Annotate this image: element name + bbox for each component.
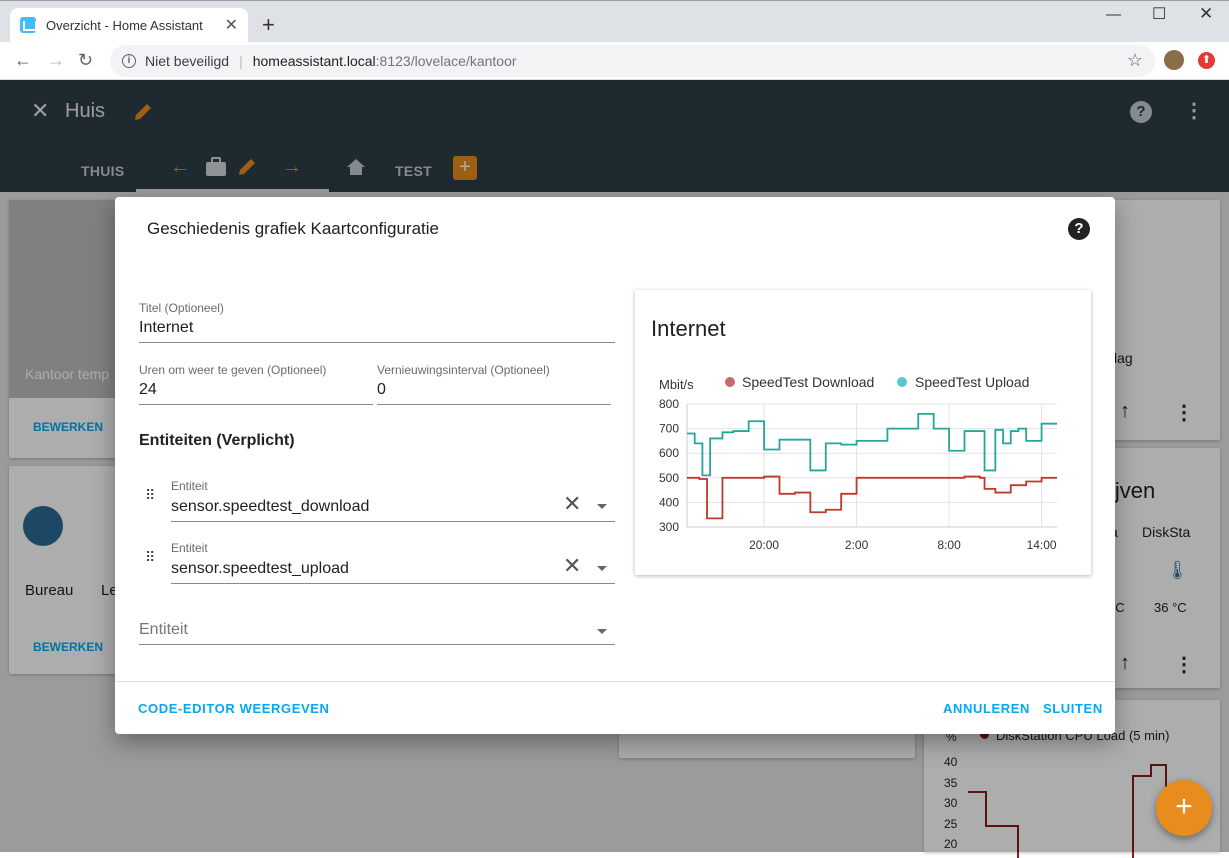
url-path: :8123/lovelace/kantoor <box>375 53 517 69</box>
maximize-icon[interactable]: ☐ <box>1152 4 1166 24</box>
clear-entity-2-icon[interactable]: ✕ <box>563 553 581 579</box>
entity-1-underline <box>171 521 615 522</box>
drag-handle-icon-2[interactable]: ⠿ <box>145 550 155 564</box>
hours-field-value: 24 <box>139 381 157 398</box>
hours-field-label: Uren om weer te geven (Optioneel) <box>139 363 327 377</box>
title-field[interactable]: Titel (Optioneel) Internet <box>139 301 615 343</box>
legend-download-dot <box>725 377 735 387</box>
new-entity-placeholder: Entiteit <box>139 621 188 638</box>
refresh-field-underline <box>377 404 611 405</box>
legend-upload-dot <box>897 377 907 387</box>
card-config-dialog: Geschiedenis grafiek Kaartconfiguratie ?… <box>115 197 1115 734</box>
series-line-upload <box>687 412 1057 477</box>
title-field-underline <box>139 342 615 343</box>
back-icon[interactable]: ← <box>14 50 32 71</box>
dialog-help-icon[interactable]: ? <box>1068 218 1090 240</box>
entity-2-dropdown-icon[interactable] <box>597 566 607 571</box>
new-entity-dropdown-icon[interactable] <box>597 629 607 634</box>
hours-field[interactable]: Uren om weer te geven (Optioneel) 24 <box>139 363 373 405</box>
forward-icon[interactable]: → <box>47 50 65 71</box>
y-tick-label: 500 <box>659 471 679 485</box>
entity-1-label: Entiteit <box>171 479 208 493</box>
extension-icon[interactable]: ⬆ <box>1198 52 1215 69</box>
y-tick-label: 300 <box>659 520 679 534</box>
entity-field-1[interactable]: Entiteit sensor.speedtest_download ✕ <box>171 479 615 522</box>
history-chart: Mbit/s SpeedTest Download SpeedTest Uplo… <box>659 374 1057 552</box>
url-separator: | <box>239 53 243 69</box>
y-tick-label: 800 <box>659 397 679 411</box>
dialog-title: Geschiedenis grafiek Kaartconfiguratie <box>147 219 439 238</box>
entity-1-value: sensor.speedtest_download <box>171 498 370 515</box>
x-tick-label: 20:00 <box>749 538 779 552</box>
profile-avatar[interactable] <box>1164 50 1184 70</box>
entities-heading: Entiteiten (Verplicht) <box>139 432 295 449</box>
series-line-download <box>687 475 1057 520</box>
entity-field-2[interactable]: Entiteit sensor.speedtest_upload ✕ <box>171 541 615 584</box>
y-tick-label: 700 <box>659 422 679 436</box>
home-assistant-favicon-icon <box>20 17 37 33</box>
url-host: homeassistant.local <box>252 53 376 69</box>
drag-handle-icon[interactable]: ⠿ <box>145 488 155 502</box>
refresh-field-label: Vernieuwingsinterval (Optioneel) <box>377 363 550 377</box>
new-entity-field[interactable]: Entiteit <box>139 621 615 645</box>
refresh-interval-field[interactable]: Vernieuwingsinterval (Optioneel) 0 <box>377 363 611 405</box>
cancel-button[interactable]: ANNULEREN <box>943 701 1030 716</box>
dialog-footer-divider <box>115 681 1115 682</box>
close-button[interactable]: SLUITEN <box>1043 701 1103 716</box>
y-tick-label: 600 <box>659 446 679 460</box>
x-tick-label: 14:00 <box>1027 538 1057 552</box>
entity-2-label: Entiteit <box>171 541 208 555</box>
clear-entity-1-icon[interactable]: ✕ <box>563 491 581 517</box>
code-editor-button[interactable]: CODE-EDITOR WEERGEVEN <box>138 701 330 716</box>
bookmark-star-icon[interactable]: ☆ <box>1127 50 1143 71</box>
new-entity-underline <box>139 644 615 645</box>
hours-field-underline <box>139 404 373 405</box>
legend-download-label: SpeedTest Download <box>742 374 874 390</box>
title-field-label: Titel (Optioneel) <box>139 301 224 315</box>
close-tab-icon[interactable]: ✕ <box>225 15 238 35</box>
add-card-fab[interactable]: + <box>1156 780 1212 836</box>
title-field-value: Internet <box>139 319 194 336</box>
entity-1-dropdown-icon[interactable] <box>597 504 607 509</box>
entity-2-underline <box>171 583 615 584</box>
y-tick-label: 400 <box>659 495 679 509</box>
refresh-field-value: 0 <box>377 381 386 398</box>
window-close-icon[interactable]: ✕ <box>1199 4 1213 24</box>
security-label: Niet beveiligd <box>145 53 230 69</box>
history-graph-preview-card: Internet Mbit/s SpeedTest Download Speed… <box>635 290 1091 575</box>
address-bar-row: ← → ↻ i Niet beveiligd | homeassistant.l… <box>0 42 1229 80</box>
new-tab-icon[interactable]: + <box>262 12 275 38</box>
browser-tab[interactable]: Overzicht - Home Assistant ✕ <box>10 8 248 42</box>
url-bar[interactable]: i Niet beveiligd | homeassistant.local :… <box>110 45 1155 77</box>
browser-tab-title: Overzicht - Home Assistant <box>46 17 203 33</box>
x-tick-label: 2:00 <box>845 538 869 552</box>
plot-area: 800 700 600 500 400 300 20:00 2:00 8:00 14:00 <box>659 397 1057 552</box>
minimize-icon[interactable]: — <box>1106 6 1121 23</box>
entity-2-value: sensor.speedtest_upload <box>171 560 349 577</box>
legend-upload-label: SpeedTest Upload <box>915 374 1029 390</box>
x-tick-label: 8:00 <box>937 538 961 552</box>
reload-icon[interactable]: ↻ <box>78 50 93 71</box>
info-icon[interactable]: i <box>122 54 136 68</box>
preview-card-title: Internet <box>651 316 726 341</box>
y-axis-label: Mbit/s <box>659 377 694 392</box>
